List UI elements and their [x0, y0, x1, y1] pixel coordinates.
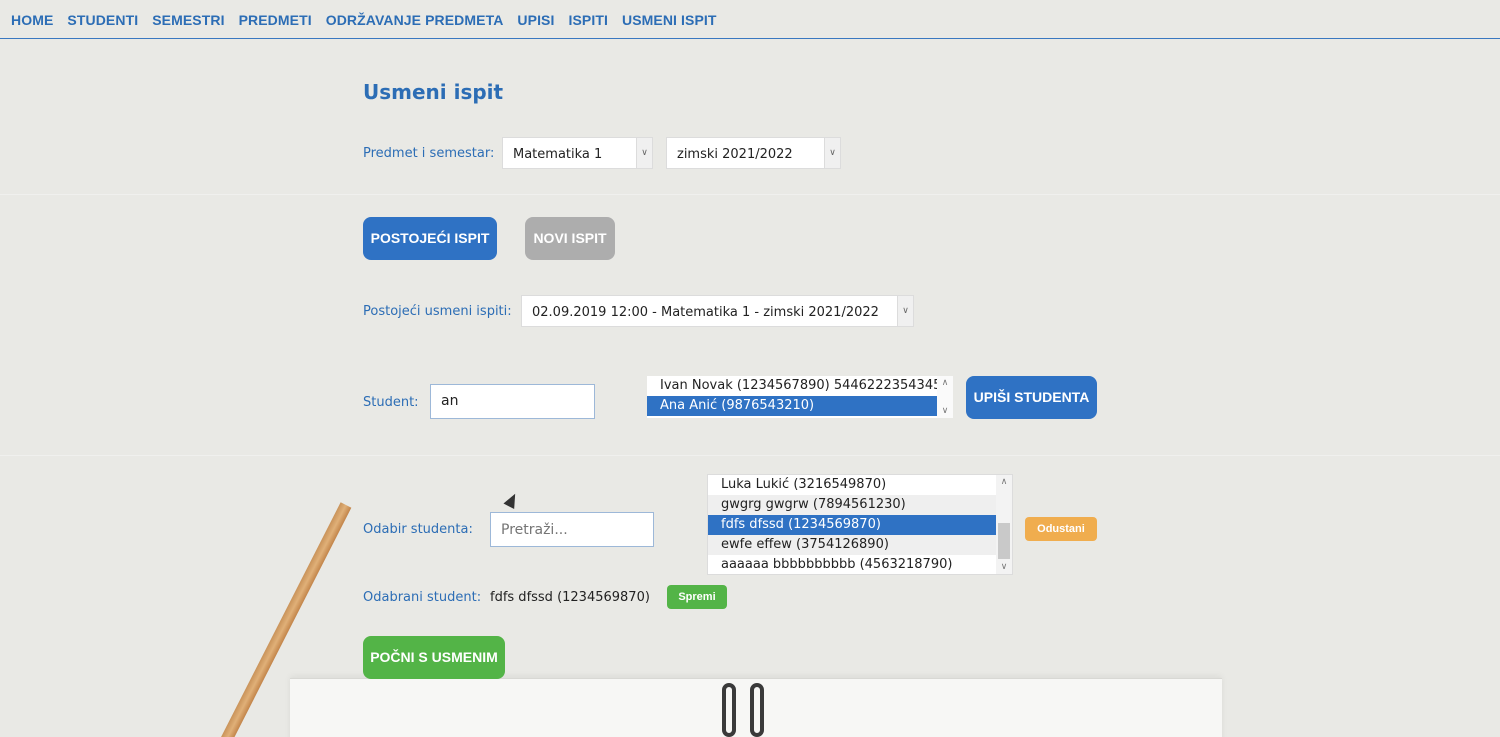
- chevron-up-icon[interactable]: ∧: [937, 376, 953, 390]
- postojeci-ispiti-label: Postojeći usmeni ispiti:: [363, 304, 512, 319]
- list-item[interactable]: Ivan Novak (1234567890) 54462223543453: [647, 376, 953, 396]
- scrollbar[interactable]: ∧ ∨: [937, 376, 953, 418]
- list-item-selected[interactable]: Ana Anić (9876543210): [647, 396, 937, 416]
- chevron-down-icon: ∨: [636, 138, 652, 168]
- predmet-semestar-label: Predmet i semestar:: [363, 146, 495, 161]
- chevron-down-icon: ∨: [824, 138, 840, 168]
- odabrani-student-value: fdfs dfssd (1234569870): [490, 590, 650, 605]
- scrollbar[interactable]: ∧ ∨: [996, 475, 1012, 574]
- student-label: Student:: [363, 395, 419, 410]
- postojeci-ispiti-value: 02.09.2019 12:00 - Matematika 1 - zimski…: [532, 305, 879, 320]
- scrollbar-thumb[interactable]: [998, 523, 1010, 559]
- odabrani-student-label: Odabrani student:: [363, 590, 482, 605]
- odabir-students-list[interactable]: Luka Lukić (3216549870) gwgrg gwgrw (789…: [707, 474, 1013, 575]
- chevron-down-icon: ∨: [897, 296, 913, 326]
- background-pencil-tip: [503, 491, 521, 509]
- nav-item-odrzavanje-predmeta[interactable]: ODRŽAVANJE PREDMETA: [326, 12, 504, 28]
- nav-item-usmeni-ispit[interactable]: USMENI ISPIT: [622, 12, 717, 28]
- background-ring: [722, 683, 736, 737]
- postojeci-ispit-button[interactable]: POSTOJEĆI ISPIT: [363, 217, 497, 260]
- chevron-down-icon[interactable]: ∨: [937, 404, 953, 418]
- student-results-list[interactable]: Ivan Novak (1234567890) 54462223543453 A…: [647, 376, 953, 418]
- semestar-select-value: zimski 2021/2022: [677, 147, 793, 162]
- background-ring: [750, 683, 764, 737]
- background-line: [0, 455, 1500, 456]
- nav-item-semestri[interactable]: SEMESTRI: [152, 12, 224, 28]
- pocni-s-usmenim-button[interactable]: POČNI S USMENIM: [363, 636, 505, 679]
- upisi-studenta-button[interactable]: UPIŠI STUDENTA: [966, 376, 1097, 419]
- chevron-up-icon[interactable]: ∧: [996, 475, 1012, 489]
- student-search-input[interactable]: an: [430, 384, 595, 419]
- semestar-select[interactable]: zimski 2021/2022 ∨: [666, 137, 841, 169]
- spremi-button[interactable]: Spremi: [667, 585, 727, 609]
- nav-item-upisi[interactable]: UPISI: [517, 12, 554, 28]
- nav-item-home[interactable]: HOME: [11, 12, 53, 28]
- odabir-studenta-label: Odabir studenta:: [363, 522, 473, 537]
- list-item[interactable]: gwgrg gwgrw (7894561230): [708, 495, 1012, 515]
- postojeci-ispiti-select[interactable]: 02.09.2019 12:00 - Matematika 1 - zimski…: [521, 295, 914, 327]
- background-line: [0, 194, 1500, 195]
- nav-item-predmeti[interactable]: PREDMETI: [239, 12, 312, 28]
- list-item-selected[interactable]: fdfs dfssd (1234569870): [708, 515, 998, 535]
- odustani-button[interactable]: Odustani: [1025, 517, 1097, 541]
- predmet-select-value: Matematika 1: [513, 147, 603, 162]
- nav-item-studenti[interactable]: STUDENTI: [67, 12, 138, 28]
- page-title: Usmeni ispit: [363, 80, 504, 104]
- odabir-search-input[interactable]: [490, 512, 654, 547]
- chevron-down-icon[interactable]: ∨: [996, 560, 1012, 574]
- predmet-select[interactable]: Matematika 1 ∨: [502, 137, 653, 169]
- list-item[interactable]: ewfe effew (3754126890): [708, 535, 1012, 555]
- top-nav: HOME STUDENTI SEMESTRI PREDMETI ODRŽAVAN…: [0, 0, 1500, 39]
- list-item[interactable]: Luka Lukić (3216549870): [708, 475, 1012, 495]
- nav-item-ispiti[interactable]: ISPITI: [569, 12, 609, 28]
- novi-ispit-button[interactable]: NOVI ISPIT: [525, 217, 615, 260]
- list-item[interactable]: aaaaaa bbbbbbbbbb (4563218790): [708, 555, 1012, 574]
